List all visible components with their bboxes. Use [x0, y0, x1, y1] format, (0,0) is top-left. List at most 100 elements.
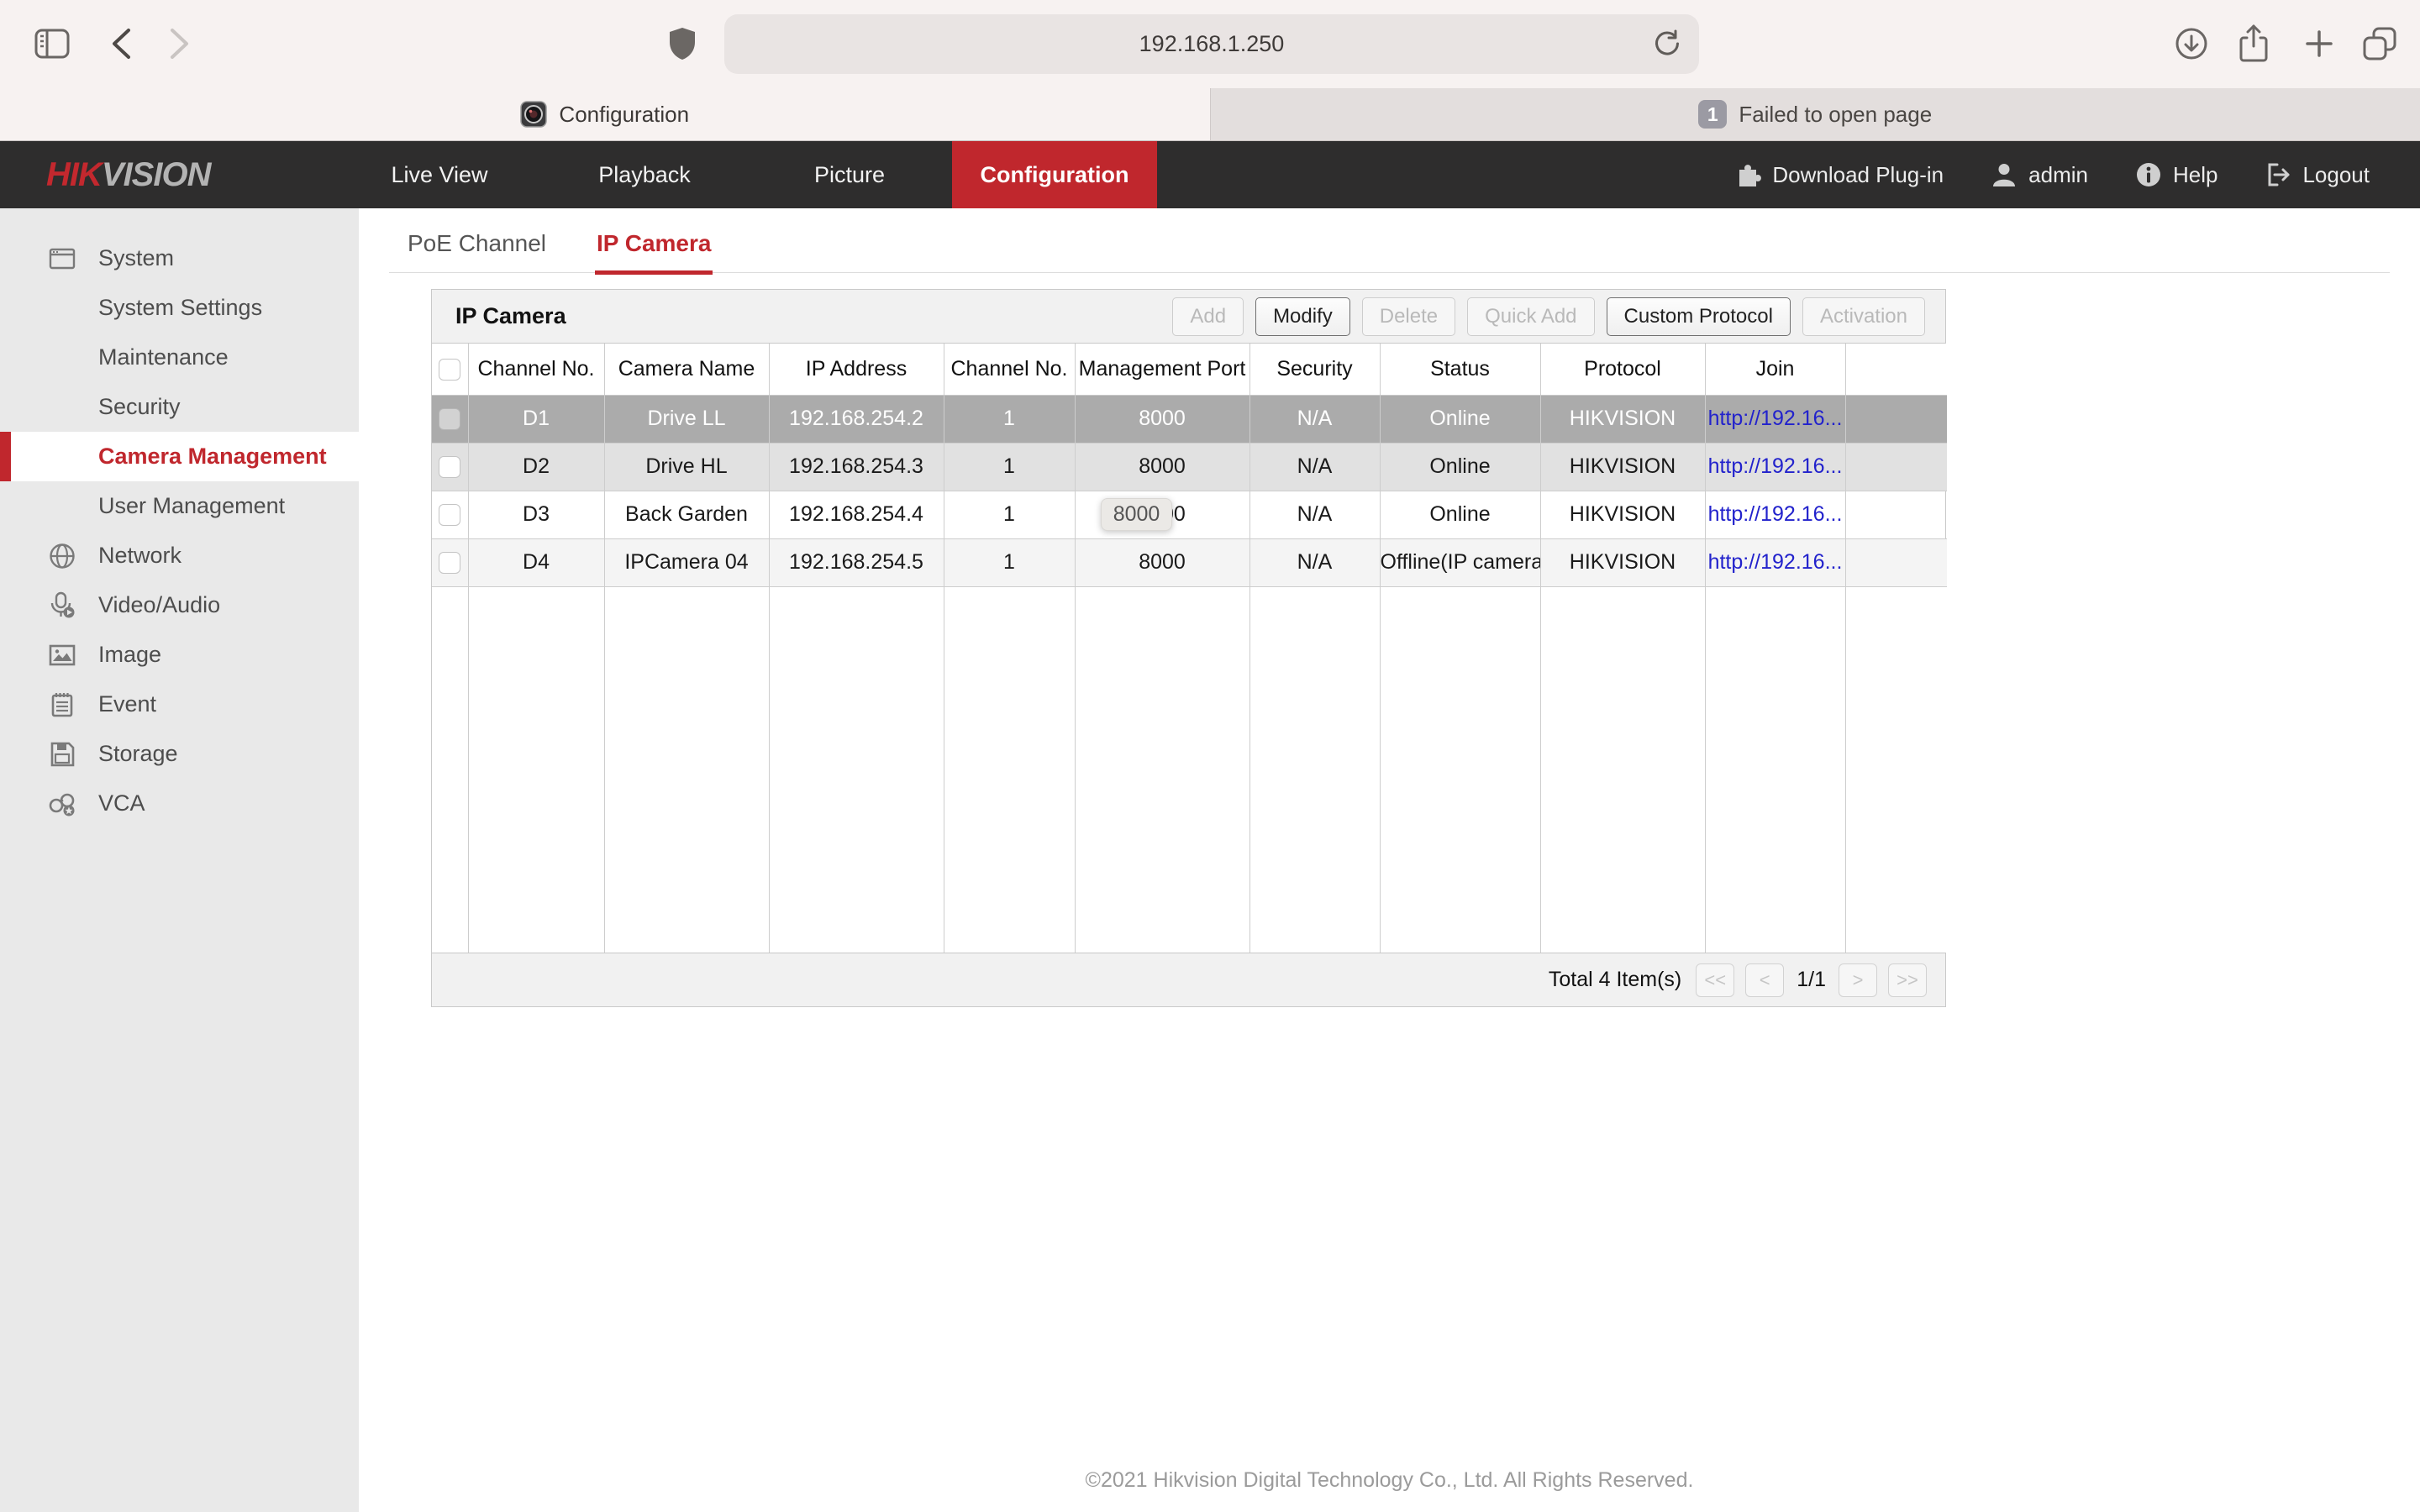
downloads-icon[interactable] [2173, 25, 2210, 62]
privacy-shield-icon[interactable] [664, 25, 701, 62]
panel-title: IP Camera [455, 303, 566, 328]
back-icon[interactable] [103, 25, 139, 62]
sidebar-item-system-settings[interactable]: System Settings [0, 283, 359, 333]
event-icon [48, 690, 76, 719]
storage-icon [48, 740, 76, 769]
quick-add-button[interactable]: Quick Add [1467, 297, 1595, 336]
sidebar-item-maintenance[interactable]: Maintenance [0, 333, 359, 382]
page-indicator: 1/1 [1797, 968, 1826, 991]
camera-link[interactable]: http://192.16... [1708, 502, 1843, 526]
row-checkbox[interactable] [439, 504, 461, 527]
vca-icon [48, 790, 76, 818]
port-tooltip: 8000 [1101, 498, 1172, 531]
add-button[interactable]: Add [1172, 297, 1244, 336]
col-status: Status [1380, 344, 1541, 396]
delete-button[interactable]: Delete [1361, 297, 1456, 336]
tab-poe-channel[interactable]: PoE Channel [406, 230, 548, 272]
camera-link[interactable]: http://192.16... [1708, 407, 1843, 430]
col-security: Security [1249, 344, 1381, 396]
sidebar-item-vca[interactable]: VCA [0, 779, 359, 828]
table-row[interactable]: D4 IPCamera 04 192.168.254.5 1 8000 N/A … [432, 538, 1947, 587]
logo-hik: HIK [46, 155, 103, 193]
image-icon [48, 641, 76, 669]
sidebar-item-storage[interactable]: Storage [0, 729, 359, 779]
col-channel-no-2: Channel No. [944, 344, 1076, 396]
button-row: Add Modify Delete Quick Add Custom Proto… [1172, 297, 1925, 336]
logout-button[interactable]: Logout [2265, 161, 2370, 188]
info-icon [2135, 161, 2162, 188]
content-tabs: PoE Channel IP Camera [389, 208, 2390, 275]
url-text: 192.168.1.250 [1139, 31, 1285, 56]
sidebar-item-label: Security [98, 394, 181, 419]
header-actions: Download Plug-in admin Help Logout [1734, 141, 2370, 208]
table-row[interactable]: D2 Drive HL 192.168.254.3 1 8000 N/A Onl… [432, 443, 1947, 491]
user-icon [1991, 161, 2018, 188]
reload-icon[interactable] [1652, 29, 1682, 59]
col-management-port: Management Port [1075, 344, 1250, 396]
nav-playback[interactable]: Playback [542, 141, 747, 208]
camera-link[interactable]: http://192.16... [1708, 550, 1843, 574]
activation-button[interactable]: Activation [1802, 297, 1925, 336]
sidebar-item-label: System Settings [98, 295, 263, 320]
row-checkbox[interactable] [439, 456, 461, 479]
tab-failed-page[interactable]: 1 Failed to open page [1209, 88, 2420, 140]
nav-picture[interactable]: Picture [747, 141, 952, 208]
tab-title: Failed to open page [1739, 101, 1933, 127]
next-page-button[interactable]: > [1839, 963, 1877, 997]
tab-configuration[interactable]: Configuration [0, 88, 1210, 140]
sidebar-item-video-audio[interactable]: Video/Audio [0, 580, 359, 630]
tab-overview-icon[interactable] [2361, 25, 2398, 62]
hikvision-logo: HIK VISION [46, 141, 211, 208]
ip-camera-table: Channel No. Camera Name IP Address Chann… [432, 344, 1947, 953]
sidebar-item-user-management[interactable]: User Management [0, 481, 359, 531]
row-checkbox[interactable] [439, 408, 461, 431]
sidebar-item-event[interactable]: Event [0, 680, 359, 729]
nav-live-view[interactable]: Live View [337, 141, 542, 208]
custom-protocol-button[interactable]: Custom Protocol [1606, 297, 1791, 336]
forward-icon[interactable] [161, 25, 198, 62]
sidebar-item-image[interactable]: Image [0, 630, 359, 680]
video-audio-icon [48, 591, 76, 620]
url-bar[interactable]: 192.168.1.250 [724, 14, 1699, 74]
help-button[interactable]: Help [2135, 161, 2217, 188]
col-blank [1845, 344, 1947, 396]
table-row[interactable]: D1 Drive LL 192.168.254.2 1 8000 N/A Onl… [432, 395, 1947, 444]
sidebar-item-label: VCA [98, 790, 145, 816]
copyright-text: ©2021 Hikvision Digital Technology Co., … [1085, 1468, 1694, 1492]
sidebar-item-label: User Management [98, 493, 286, 518]
sidebar-item-label: System [98, 245, 175, 270]
select-all-checkbox[interactable] [439, 359, 461, 381]
sidebar-toggle-icon[interactable] [34, 25, 71, 62]
tab-count-badge: 1 [1698, 100, 1728, 129]
col-join: Join [1705, 344, 1846, 396]
row-checkbox[interactable] [439, 552, 461, 575]
share-icon[interactable] [2235, 24, 2272, 62]
table-row[interactable]: D3 Back Garden 192.168.254.4 1 8000 N/A … [432, 491, 1947, 539]
modify-button[interactable]: Modify [1255, 297, 1350, 336]
sidebar-item-system[interactable]: System [0, 234, 359, 283]
first-page-button[interactable]: << [1696, 963, 1735, 997]
logout-icon [2265, 161, 2291, 188]
camera-link[interactable]: http://192.16... [1708, 454, 1843, 478]
nav-configuration[interactable]: Configuration [952, 141, 1157, 208]
table-header-row: Channel No. Camera Name IP Address Chann… [432, 344, 1947, 396]
new-tab-icon[interactable] [2301, 25, 2338, 62]
last-page-button[interactable]: >> [1888, 963, 1927, 997]
tab-ip-camera[interactable]: IP Camera [595, 230, 713, 275]
col-protocol: Protocol [1540, 344, 1706, 396]
sidebar-item-label: Event [98, 691, 157, 717]
user-menu[interactable]: admin [1991, 161, 2088, 188]
browser-tab-bar: Configuration 1 Failed to open page [0, 88, 2420, 141]
download-plugin-button[interactable]: Download Plug-in [1734, 161, 1944, 188]
sidebar-item-network[interactable]: Network [0, 531, 359, 580]
sidebar-item-camera-management[interactable]: Camera Management [0, 432, 359, 481]
system-icon [48, 244, 76, 273]
sidebar-item-label: Network [98, 543, 182, 568]
network-icon [48, 542, 76, 570]
col-channel-no: Channel No. [468, 344, 605, 396]
panel-header: IP Camera Add Modify Delete Quick Add Cu… [432, 290, 1945, 344]
prev-page-button[interactable]: < [1745, 963, 1785, 997]
sidebar-item-security[interactable]: Security [0, 382, 359, 432]
sidebar-item-label: Image [98, 642, 162, 667]
total-items-label: Total 4 Item(s) [1548, 968, 1682, 991]
